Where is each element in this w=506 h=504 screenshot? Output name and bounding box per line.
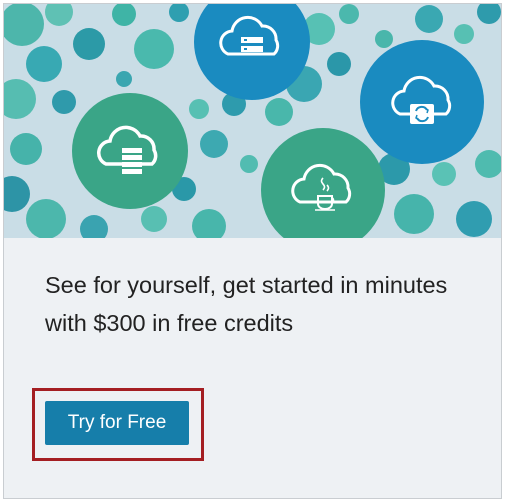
database-cloud-icon — [72, 93, 188, 209]
promo-headline: See for yourself, get started in minutes… — [45, 272, 448, 336]
sync-cloud-icon — [360, 40, 484, 164]
java-cloud-icon — [261, 128, 385, 238]
hero-illustration — [4, 4, 501, 238]
try-for-free-button[interactable]: Try for Free — [45, 401, 189, 445]
promo-card: See for yourself, get started in minutes… — [3, 3, 502, 499]
